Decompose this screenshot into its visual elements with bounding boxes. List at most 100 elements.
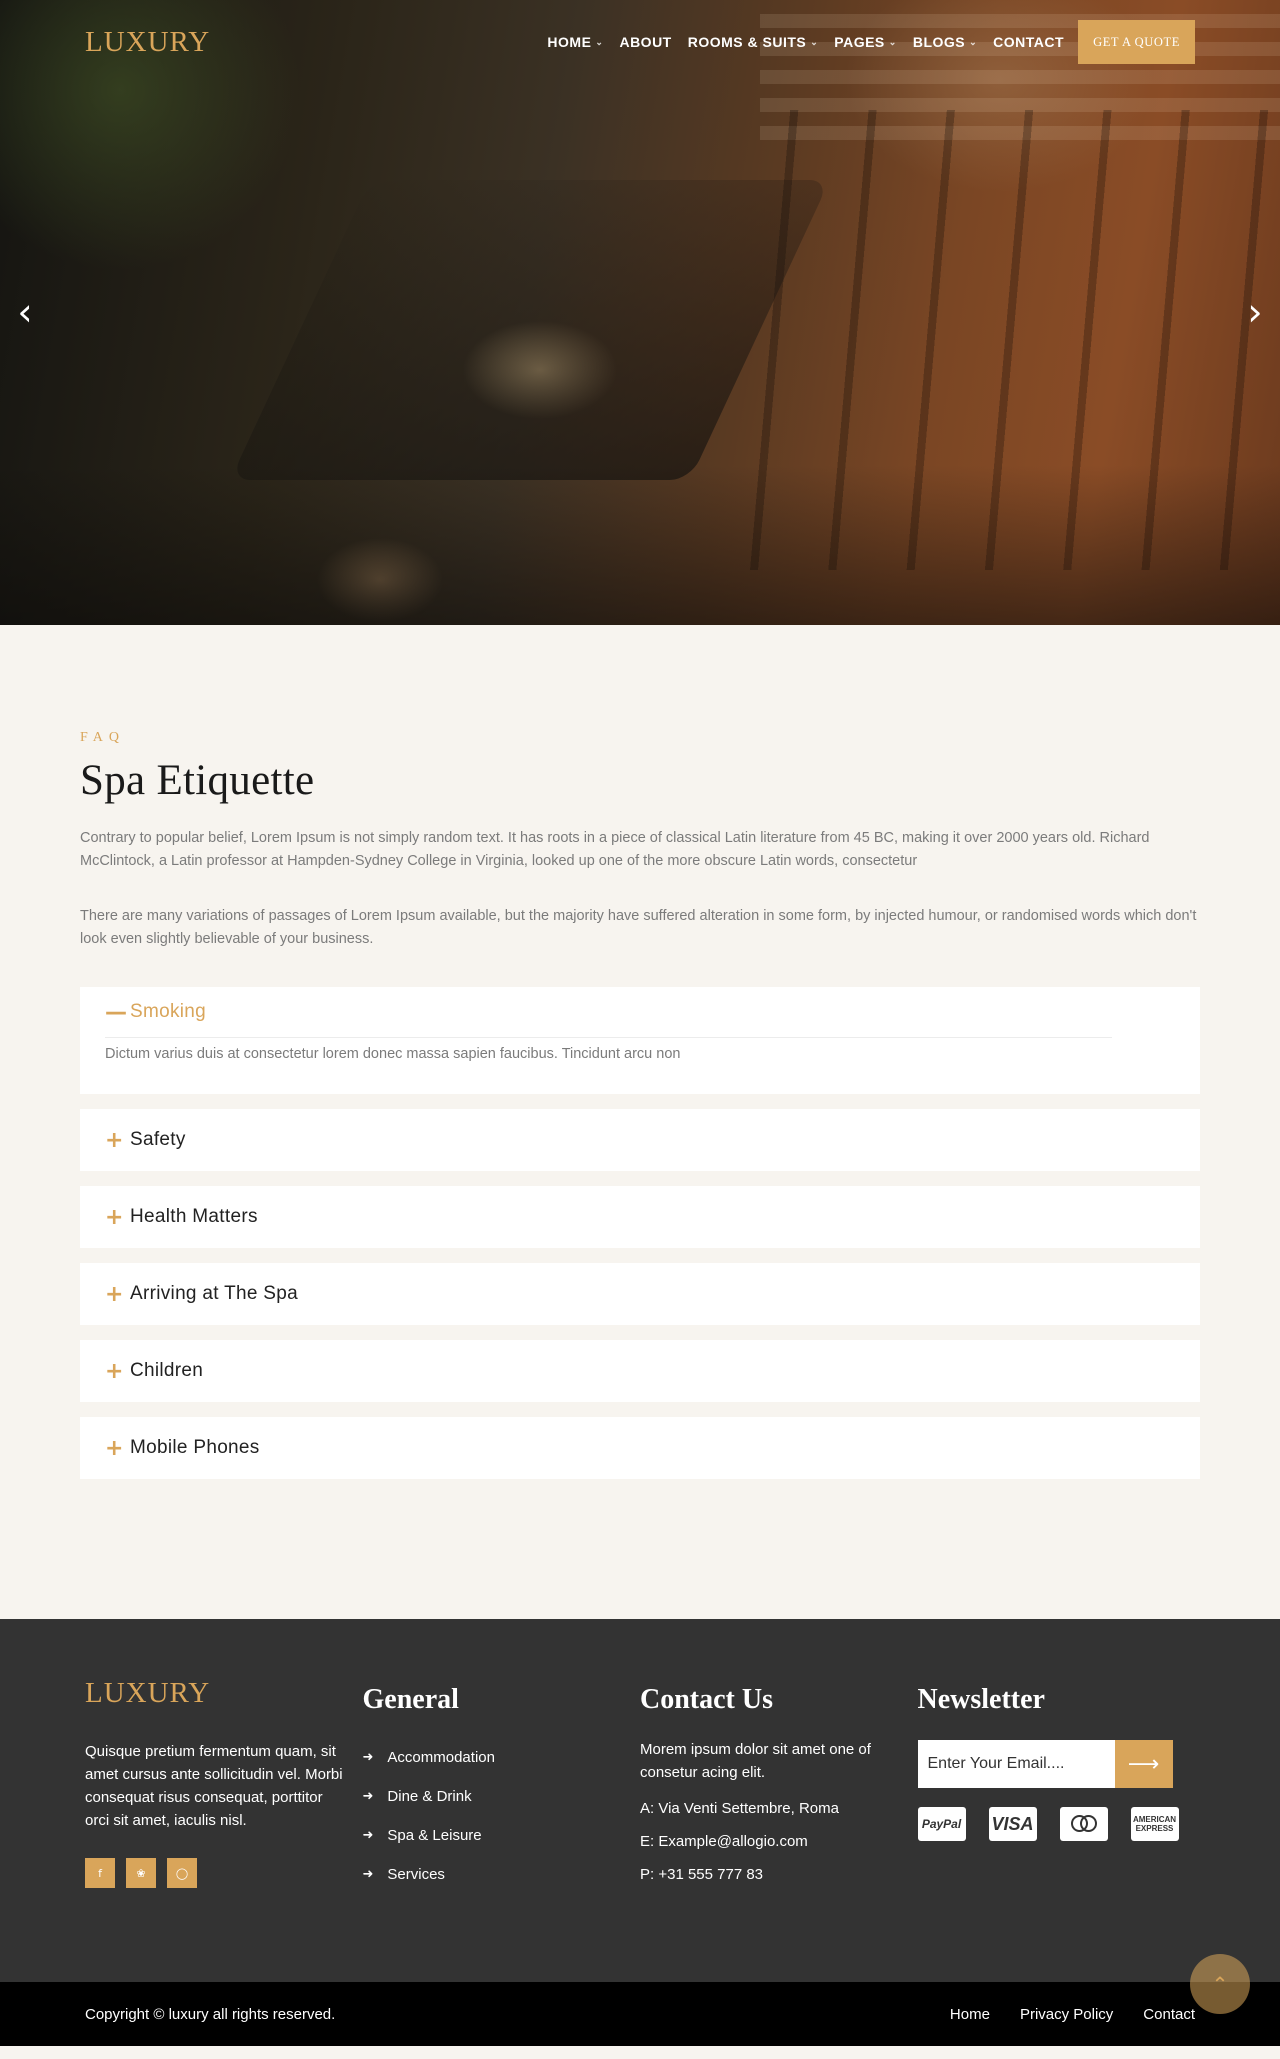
social-links: f ❀ ◯ (85, 1858, 363, 1888)
nav-home-label: HOME (547, 34, 592, 50)
arrow-right-icon: ⟶ (1127, 1751, 1160, 1777)
footer: LUXURY Quisque pretium fermentum quam, s… (0, 1619, 1280, 1982)
footer-link-label: Spa & Leisure (387, 1827, 482, 1844)
page-title: Spa Etiquette (80, 757, 315, 804)
accordion-header[interactable]: + Mobile Phones (80, 1417, 1200, 1479)
arrow-right-icon: ➜ (362, 1867, 374, 1882)
footer-contact-text: Morem ipsum dolor sit amet one of conset… (640, 1741, 871, 1781)
accordion-title: Smoking (130, 1001, 207, 1022)
hero-floor-shade (0, 465, 1280, 625)
newsletter-submit-button[interactable]: ⟶ (1114, 1740, 1173, 1788)
payment-cards: PayPal VISA AMERICAN EXPRESS (917, 1807, 1196, 1841)
footer-email[interactable]: E: Example@allogio.com (640, 1833, 918, 1850)
logo[interactable]: LUXURY (85, 26, 210, 59)
nav-blogs[interactable]: BLOGS ⌄ (913, 34, 977, 50)
footer-link-label: Accommodation (387, 1749, 495, 1766)
nav-home[interactable]: HOME ⌄ (547, 34, 603, 50)
accordion-title: Mobile Phones (130, 1437, 260, 1458)
slider-prev-icon[interactable]: ‹ (10, 292, 40, 332)
footer-newsletter: Newsletter ⟶ PayPal VISA AMERICAN EXPRES… (917, 1669, 1196, 1894)
plus-icon: + (105, 1127, 124, 1153)
accordion-title: Safety (130, 1129, 186, 1150)
visa-icon: VISA (988, 1807, 1037, 1841)
chevron-down-icon: ⌄ (969, 36, 978, 47)
accordion-title: Health Matters (130, 1206, 258, 1227)
accordion-header[interactable]: + Children (80, 1340, 1200, 1402)
faq-accordion: — Smoking Dictum varius duis at consecte… (80, 987, 1200, 1479)
nav-about-label: ABOUT (619, 34, 672, 50)
nav-pages[interactable]: PAGES ⌄ (834, 34, 897, 50)
accordion-item-health-matters[interactable]: + Health Matters (80, 1186, 1200, 1248)
footer-contact-heading: Contact Us (640, 1684, 773, 1715)
accordion-header[interactable]: — Smoking (80, 987, 1200, 1037)
amex-icon: AMERICAN EXPRESS (1130, 1807, 1179, 1841)
slider-next-icon[interactable]: › (1240, 292, 1270, 332)
arrow-right-icon: ➜ (362, 1828, 374, 1843)
footer-link-label: Dine & Drink (387, 1788, 472, 1805)
nav-contact[interactable]: CONTACT (993, 34, 1064, 50)
accordion-item-arriving[interactable]: + Arriving at The Spa (80, 1263, 1200, 1325)
faq-secondary-paragraph: There are many variations of passages of… (80, 908, 1197, 947)
accordion-item-children[interactable]: + Children (80, 1340, 1200, 1402)
pinterest-icon[interactable]: ❀ (126, 1858, 156, 1888)
accordion-item-safety[interactable]: + Safety (80, 1109, 1200, 1171)
footer-link-accommodation[interactable]: ➜ Accommodation (363, 1738, 641, 1777)
faq-section: FAQ Spa Etiquette Contrary to popular be… (0, 625, 1280, 1619)
instagram-icon[interactable]: ◯ (167, 1858, 197, 1888)
bottom-links: Home Privacy Policy Contact (950, 2006, 1195, 2023)
scroll-to-top-button[interactable]: ⌃ (1190, 1954, 1250, 2014)
accordion-item-smoking[interactable]: — Smoking Dictum varius duis at consecte… (80, 987, 1200, 1094)
footer-about: LUXURY Quisque pretium fermentum quam, s… (85, 1669, 363, 1894)
footer-link-services[interactable]: ➜ Services (363, 1855, 641, 1894)
nav-about[interactable]: ABOUT (619, 34, 671, 50)
footer-link-spa-leisure[interactable]: ➜ Spa & Leisure (363, 1816, 641, 1855)
bottom-bar: Copyright © luxury all rights reserved. … (0, 1954, 1280, 2046)
footer-link-label: Services (387, 1866, 445, 1883)
hero-slider: LUXURY HOME ⌄ ABOUT ROOMS & SUITS ⌄ PAGES ⌄… (0, 0, 1280, 625)
arrow-right-icon: ➜ (362, 1750, 374, 1765)
arrow-right-icon: ➜ (362, 1789, 374, 1804)
accordion-title: Children (130, 1360, 204, 1381)
bottom-link-contact[interactable]: Contact (1143, 2006, 1195, 2023)
bottom-link-privacy[interactable]: Privacy Policy (1020, 2006, 1113, 2023)
chevron-down-icon: ⌄ (810, 36, 819, 47)
accordion-title: Arriving at The Spa (130, 1283, 298, 1304)
chevron-up-icon: ⌃ (1211, 1972, 1229, 1996)
facebook-icon[interactable]: f (85, 1858, 115, 1888)
footer-phone[interactable]: P: +31 555 777 83 (640, 1866, 918, 1883)
footer-columns: LUXURY Quisque pretium fermentum quam, s… (85, 1669, 1195, 1894)
footer-logo[interactable]: LUXURY (85, 1677, 363, 1710)
main-menu: HOME ⌄ ABOUT ROOMS & SUITS ⌄ PAGES ⌄ BLOGS ⌄… (531, 20, 1195, 64)
navbar: LUXURY HOME ⌄ ABOUT ROOMS & SUITS ⌄ PAGES ⌄… (0, 0, 1280, 84)
footer-general-links: ➜ Accommodation ➜ Dine & Drink ➜ Spa & Leis… (363, 1738, 641, 1894)
nav-rooms[interactable]: ROOMS & SUITS ⌄ (688, 34, 819, 50)
accordion-header[interactable]: + Safety (80, 1109, 1200, 1171)
plus-icon: + (105, 1358, 124, 1384)
footer-address: A: Via Venti Settembre, Roma (640, 1800, 839, 1817)
mastercard-icon (1059, 1807, 1108, 1841)
footer-link-dine-drink[interactable]: ➜ Dine & Drink (363, 1777, 641, 1816)
footer-general: General ➜ Accommodation ➜ Dine & Drink ➜ Sp… (363, 1669, 641, 1894)
nav-blogs-label: BLOGS (912, 34, 966, 50)
faq-intro-paragraph: Contrary to popular belief, Lorem Ipsum … (80, 830, 1150, 869)
accordion-header[interactable]: + Arriving at The Spa (80, 1263, 1200, 1325)
accordion-body: Dictum varius duis at consectetur lorem … (105, 1046, 681, 1062)
footer-description: Quisque pretium fermentum quam, sit amet… (85, 1743, 343, 1829)
minus-icon: — (105, 999, 128, 1025)
footer-general-heading: General (362, 1684, 459, 1715)
footer-contact: Contact Us Morem ipsum dolor sit amet on… (640, 1669, 918, 1894)
plus-icon: + (105, 1281, 124, 1307)
chevron-down-icon: ⌄ (888, 36, 897, 47)
newsletter-email-input[interactable] (917, 1740, 1115, 1788)
paypal-icon: PayPal (917, 1807, 966, 1841)
nav-rooms-label: ROOMS & SUITS (687, 34, 807, 50)
bottom-link-home[interactable]: Home (950, 2006, 990, 2023)
nav-contact-label: CONTACT (993, 34, 1065, 50)
accordion-header[interactable]: + Health Matters (80, 1186, 1200, 1248)
faq-eyebrow: FAQ (80, 730, 125, 745)
nav-pages-label: PAGES (834, 34, 885, 50)
copyright: Copyright © luxury all rights reserved. (85, 2005, 336, 2023)
chevron-down-icon: ⌄ (595, 36, 604, 47)
get-quote-button[interactable]: GET A QUOTE (1078, 20, 1195, 64)
accordion-item-mobile-phones[interactable]: + Mobile Phones (80, 1417, 1200, 1479)
